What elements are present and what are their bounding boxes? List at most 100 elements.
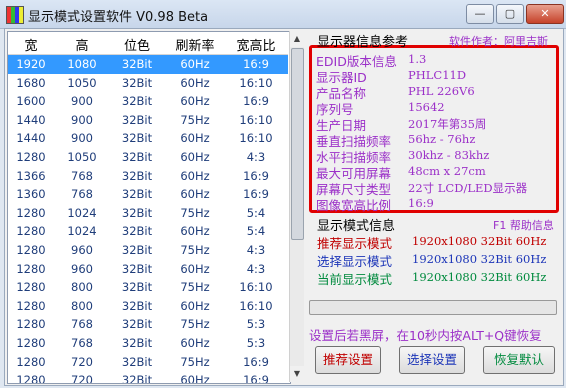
- cell-aspect-ratio: 16:9: [243, 187, 269, 202]
- cell-refresh-rate: 75Hz: [180, 205, 210, 220]
- list-row[interactable]: 1440 900 32Bit 75Hz 16:10: [8, 111, 288, 130]
- info-value: 15642: [408, 100, 445, 114]
- cell-aspect-ratio: 16:9: [243, 94, 269, 109]
- cell-refresh-rate: 60Hz: [180, 373, 210, 384]
- info-label: 图像宽高比例: [316, 198, 392, 213]
- window-title: 显示模式设置软件 V0.98 Beta: [28, 10, 209, 25]
- cell-width: 1280: [16, 373, 46, 384]
- cell-height: 1024: [67, 205, 97, 220]
- cell-height: 1050: [67, 75, 97, 90]
- info-value: 16:9: [408, 196, 434, 210]
- list-row[interactable]: 1680 1050 32Bit 60Hz 16:10: [8, 74, 288, 93]
- column-header-color-depth[interactable]: 位色: [110, 35, 164, 54]
- cell-aspect-ratio: 4:3: [246, 149, 266, 164]
- selected-mode: 选择显示模式 1920x1080 32Bit 60Hz: [317, 251, 546, 270]
- cell-refresh-rate: 60Hz: [180, 168, 210, 183]
- cell-aspect-ratio: 16:9: [243, 373, 269, 384]
- cell-width: 1920: [16, 57, 46, 71]
- cell-refresh-rate: 60Hz: [180, 298, 210, 313]
- cell-refresh-rate: 60Hz: [180, 224, 210, 239]
- info-value: 1.3: [408, 52, 427, 66]
- apply-selected-button[interactable]: 选择设置: [399, 346, 465, 374]
- close-button[interactable]: ✕: [526, 4, 564, 24]
- cell-color-depth: 32Bit: [121, 280, 153, 295]
- cell-width: 1440: [16, 131, 46, 146]
- cell-refresh-rate: 75Hz: [180, 354, 210, 369]
- main-window: 宽 高 位色 刷新率 宽高比 1920 1080 32Bit 60Hz 16:9 1680…: [4, 28, 564, 386]
- list-row[interactable]: 1280 800 32Bit 75Hz 16:10: [8, 278, 288, 297]
- list-row[interactable]: 1280 960 32Bit 75Hz 4:3: [8, 241, 288, 260]
- list-row[interactable]: 1280 1050 32Bit 60Hz 4:3: [8, 148, 288, 167]
- cell-height: 768: [71, 187, 93, 202]
- cell-color-depth: 32Bit: [121, 298, 153, 313]
- list-row[interactable]: 1280 1024 32Bit 75Hz 5:4: [8, 204, 288, 223]
- scroll-up-arrow-icon[interactable]: ▲: [290, 31, 304, 47]
- cell-width: 1280: [16, 242, 46, 257]
- cell-height: 768: [71, 317, 93, 332]
- info-value: 48cm x 27cm: [408, 164, 486, 178]
- list-header: 宽 高 位色 刷新率 宽高比: [8, 32, 288, 55]
- cell-color-depth: 32Bit: [121, 112, 153, 127]
- scroll-down-arrow-icon[interactable]: ▼: [290, 366, 304, 382]
- maximize-button[interactable]: ▢: [496, 4, 524, 24]
- cell-width: 1280: [16, 354, 46, 369]
- cell-aspect-ratio: 5:3: [246, 317, 266, 332]
- cell-width: 1600: [16, 94, 46, 109]
- column-header-width[interactable]: 宽: [8, 35, 54, 54]
- column-header-height[interactable]: 高: [56, 35, 108, 54]
- cell-color-depth: 32Bit: [121, 187, 153, 202]
- cell-height: 960: [71, 261, 93, 276]
- display-mode-list[interactable]: 宽 高 位色 刷新率 宽高比 1920 1080 32Bit 60Hz 16:9 1680…: [7, 31, 291, 384]
- cell-height: 1050: [67, 149, 97, 164]
- cell-aspect-ratio: 16:9: [243, 168, 269, 183]
- recommend-settings-button[interactable]: 推荐设置: [315, 346, 381, 374]
- cell-color-depth: 32Bit: [121, 354, 153, 369]
- list-row[interactable]: 1280 1024 32Bit 60Hz 5:4: [8, 222, 288, 241]
- cell-height: 1080: [67, 57, 97, 71]
- cell-height: 720: [71, 354, 93, 369]
- cell-height: 900: [71, 131, 93, 146]
- list-row[interactable]: 1440 900 32Bit 60Hz 16:10: [8, 129, 288, 148]
- author-label: 软件作者：阿里吉斯: [449, 35, 548, 48]
- cell-aspect-ratio: 16:10: [239, 298, 273, 313]
- cell-height: 768: [71, 168, 93, 183]
- cell-refresh-rate: 60Hz: [180, 187, 210, 202]
- scrollbar-thumb[interactable]: [291, 48, 304, 240]
- cell-aspect-ratio: 5:4: [246, 224, 266, 239]
- list-row[interactable]: 1360 768 32Bit 60Hz 16:9: [8, 185, 288, 204]
- selected-mode-label: 选择显示模式: [317, 254, 393, 269]
- list-row[interactable]: 1600 900 32Bit 60Hz 16:9: [8, 92, 288, 111]
- title-bar: 显示模式设置软件 V0.98 Beta — ▢ ✕: [0, 0, 566, 29]
- list-row[interactable]: 1280 768 32Bit 60Hz 5:3: [8, 334, 288, 353]
- cell-refresh-rate: 60Hz: [180, 261, 210, 276]
- list-row[interactable]: 1280 720 32Bit 75Hz 16:9: [8, 353, 288, 372]
- cell-aspect-ratio: 16:10: [239, 112, 273, 127]
- list-row[interactable]: 1280 720 32Bit 60Hz 16:9: [8, 371, 288, 384]
- countdown-progress-bar: [309, 300, 557, 315]
- cell-aspect-ratio: 16:10: [239, 131, 273, 146]
- list-row[interactable]: 1920 1080 32Bit 60Hz 16:9: [8, 55, 288, 74]
- cell-color-depth: 32Bit: [121, 57, 153, 71]
- cell-aspect-ratio: 16:9: [243, 57, 269, 71]
- cell-color-depth: 32Bit: [121, 335, 153, 350]
- column-header-refresh-rate[interactable]: 刷新率: [166, 35, 224, 54]
- list-row[interactable]: 1280 960 32Bit 60Hz 4:3: [8, 260, 288, 279]
- list-row[interactable]: 1280 768 32Bit 75Hz 5:3: [8, 315, 288, 334]
- cell-refresh-rate: 60Hz: [180, 57, 210, 71]
- list-row[interactable]: 1366 768 32Bit 60Hz 16:9: [8, 167, 288, 186]
- column-header-aspect-ratio[interactable]: 宽高比: [226, 35, 286, 54]
- cell-color-depth: 32Bit: [121, 205, 153, 220]
- info-value: 22寸 LCD/LED显示器: [408, 181, 528, 195]
- cell-color-depth: 32Bit: [121, 261, 153, 276]
- info-value: 2017年第35周: [408, 117, 487, 131]
- list-row[interactable]: 1280 800 32Bit 60Hz 16:10: [8, 297, 288, 316]
- minimize-button[interactable]: —: [466, 4, 494, 24]
- cell-color-depth: 32Bit: [121, 224, 153, 239]
- info-value: PHLC11D: [408, 68, 467, 82]
- recommended-mode-label: 推荐显示模式: [317, 236, 393, 251]
- cell-refresh-rate: 60Hz: [180, 94, 210, 109]
- cell-width: 1280: [16, 205, 46, 220]
- cell-color-depth: 32Bit: [121, 149, 153, 164]
- list-scrollbar[interactable]: ▲ ▼: [289, 31, 304, 382]
- restore-default-button[interactable]: 恢复默认: [483, 346, 555, 374]
